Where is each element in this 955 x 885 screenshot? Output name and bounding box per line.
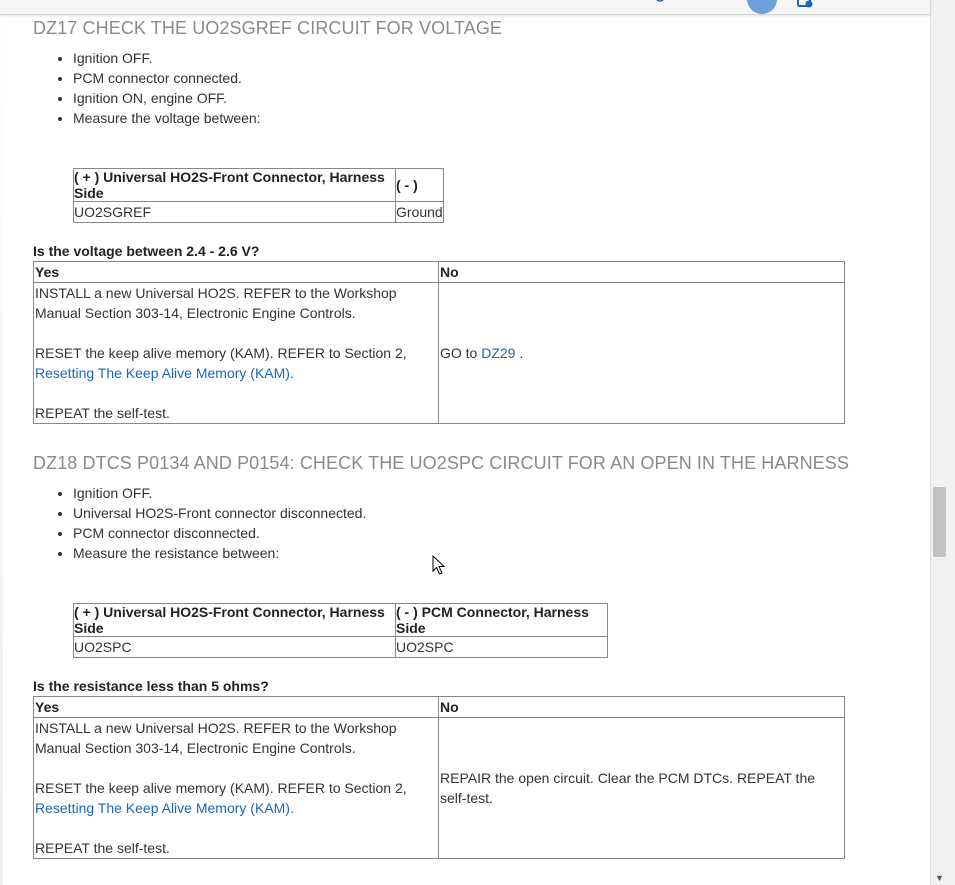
dz29-link[interactable]: DZ29 xyxy=(481,345,515,361)
top-toolbar xyxy=(0,0,930,15)
table-header: ( + ) Universal HO2S-Front Connector, Ha… xyxy=(73,603,396,637)
no-header: No xyxy=(438,696,845,718)
yes-instruction-reset: RESET the keep alive memory (KAM). REFER… xyxy=(35,780,407,796)
table-cell: Ground xyxy=(395,201,444,223)
section-heading-dz18: DZ18 DTCS P0134 AND P0154: CHECK THE UO2… xyxy=(33,453,850,473)
yes-instruction-install: INSTALL a new Universal HO2S. REFER to t… xyxy=(35,285,397,321)
table-cell: UO2SPC xyxy=(73,636,396,658)
yes-header: Yes xyxy=(33,261,439,283)
yes-instruction-repeat: REPEAT the self-test. xyxy=(35,840,170,856)
mouse-cursor-icon xyxy=(432,555,446,575)
yes-cell: INSTALL a new Universal HO2S. REFER to t… xyxy=(33,717,439,859)
no-header: No xyxy=(438,261,845,283)
scrollbar-thumb[interactable] xyxy=(933,487,946,557)
question-dz17: Is the voltage between 2.4 - 2.6 V? xyxy=(33,243,260,259)
measurement-table-dz18: ( + ) Universal HO2S-Front Connector, Ha… xyxy=(73,603,608,658)
yes-instruction-reset: RESET the keep alive memory (KAM). REFER… xyxy=(35,345,407,361)
kam-reset-link[interactable]: Resetting The Keep Alive Memory (KAM). xyxy=(35,365,294,381)
avatar[interactable] xyxy=(747,0,777,14)
answer-table-dz18: Yes No INSTALL a new Universal HO2S. REF… xyxy=(33,696,845,859)
no-cell: GO to DZ29 . xyxy=(438,282,845,424)
kam-reset-link[interactable]: Resetting The Keep Alive Memory (KAM). xyxy=(35,800,294,816)
list-item: Measure the resistance between: xyxy=(73,543,366,563)
question-dz18: Is the resistance less than 5 ohms? xyxy=(33,678,269,694)
answer-table-dz17: Yes No INSTALL a new Universal HO2S. REF… xyxy=(33,261,845,424)
yes-header: Yes xyxy=(33,696,439,718)
measurement-table-dz17: ( + ) Universal HO2S-Front Connector, Ha… xyxy=(73,168,444,223)
table-cell: UO2SGREF xyxy=(73,201,396,223)
list-item: Ignition OFF. xyxy=(73,483,366,503)
step-list-dz18: Ignition OFF. Universal HO2S-Front conne… xyxy=(33,483,366,563)
table-header: ( + ) Universal HO2S-Front Connector, Ha… xyxy=(73,168,396,202)
table-header: ( - ) xyxy=(395,168,444,202)
step-list-dz17: Ignition OFF. PCM connector connected. I… xyxy=(33,48,261,128)
yes-cell: INSTALL a new Universal HO2S. REFER to t… xyxy=(33,282,439,424)
list-item: Ignition OFF. xyxy=(73,48,261,68)
list-item: PCM connector disconnected. xyxy=(73,523,366,543)
vertical-scrollbar[interactable]: ▼ xyxy=(930,0,955,885)
no-cell: REPAIR the open circuit. Clear the PCM D… xyxy=(438,717,845,859)
table-cell: UO2SPC xyxy=(395,636,608,658)
no-instruction: GO to xyxy=(440,345,482,361)
search-icon[interactable] xyxy=(655,0,667,4)
yes-instruction-repeat: REPEAT the self-test. xyxy=(35,405,170,421)
list-item: Ignition ON, engine OFF. xyxy=(73,88,261,108)
table-header: ( - ) PCM Connector, Harness Side xyxy=(395,603,608,637)
yes-instruction-install: INSTALL a new Universal HO2S. REFER to t… xyxy=(35,720,397,756)
scroll-down-arrow-icon[interactable]: ▼ xyxy=(935,874,944,883)
list-item: Measure the voltage between: xyxy=(73,108,261,128)
section-heading-dz17: DZ17 CHECK THE UO2SGREF CIRCUIT FOR VOLT… xyxy=(33,18,503,38)
list-item: Universal HO2S-Front connector disconnec… xyxy=(73,503,366,523)
no-instruction-suffix: . xyxy=(515,345,524,361)
window-edge xyxy=(0,14,3,885)
app-icon[interactable] xyxy=(797,0,813,8)
list-item: PCM connector connected. xyxy=(73,68,261,88)
